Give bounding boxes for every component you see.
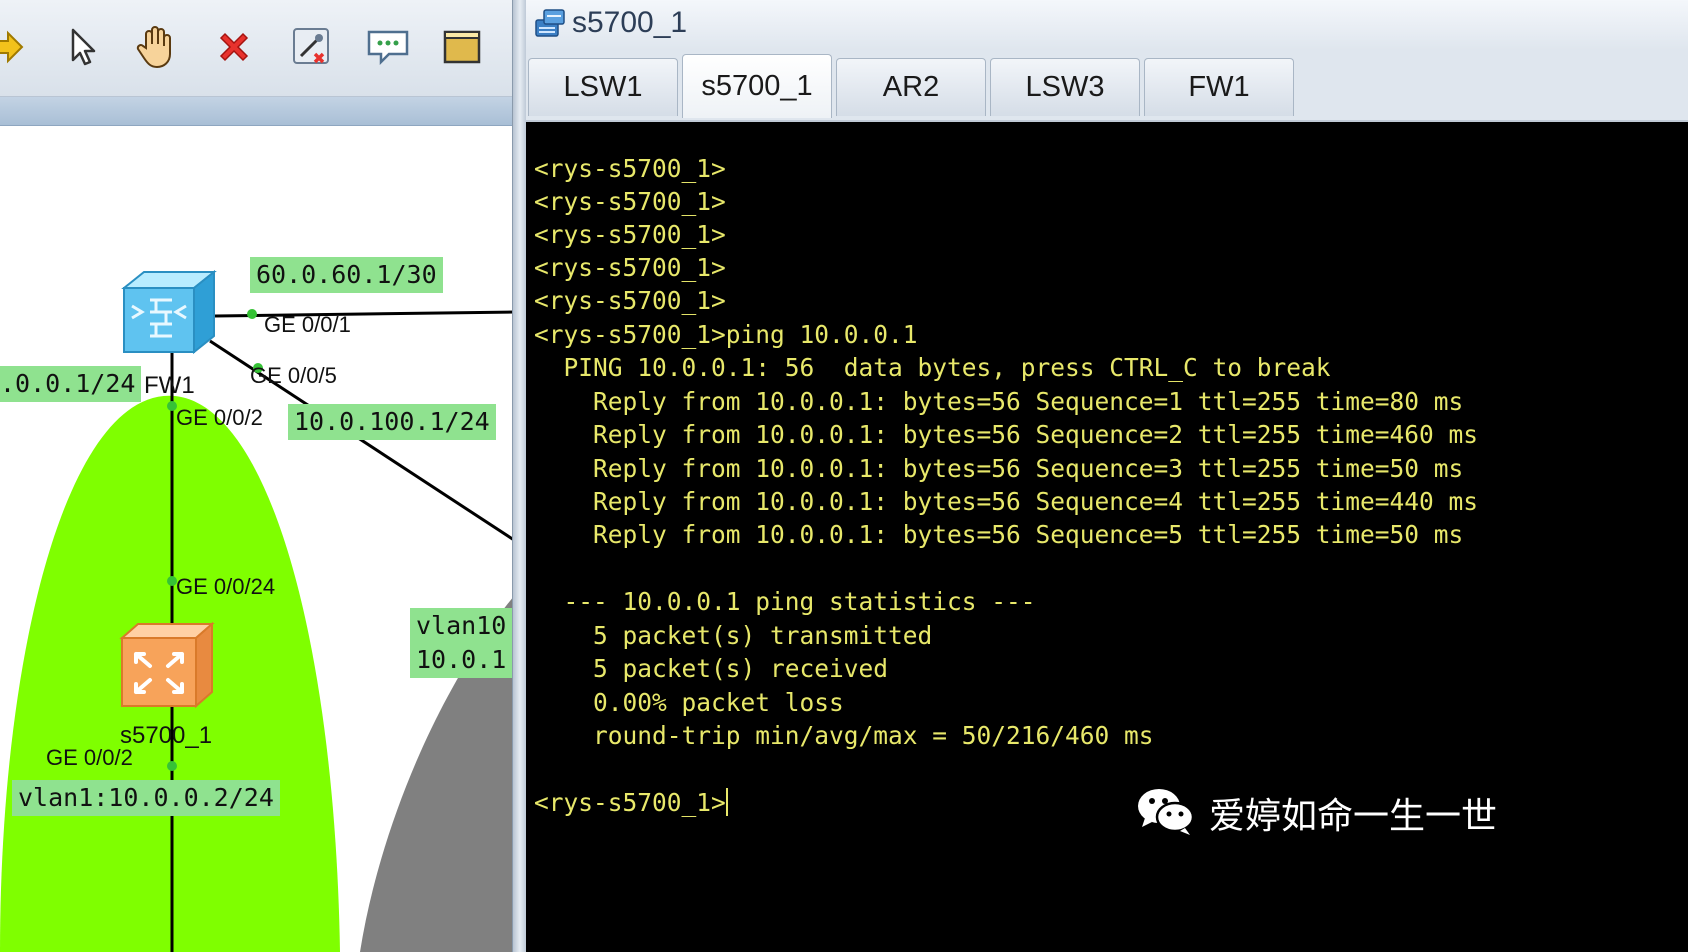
terminal-prompt-line[interactable]: <rys-s5700_1> (534, 786, 728, 819)
terminal-line: Reply from 10.0.0.1: bytes=56 Sequence=3… (534, 454, 1464, 483)
terminal-prompt: <rys-s5700_1> (534, 788, 726, 817)
terminal-line: <rys-s5700_1>ping 10.0.0.1 (534, 320, 918, 349)
terminal-line: <rys-s5700_1> (534, 220, 726, 249)
wechat-icon (1135, 784, 1197, 842)
delete-link-icon[interactable] (288, 22, 336, 72)
port-label-fw-ge005: GE 0/0/5 (250, 363, 337, 388)
text-icon[interactable] (364, 22, 412, 72)
console-app-icon (534, 6, 568, 42)
ip-label-fw-top: 60.0.60.1/30 (250, 257, 443, 293)
terminal-line: <rys-s5700_1> (534, 187, 726, 216)
terminal-line: 0.00% packet loss (534, 688, 844, 717)
tab-ar2[interactable]: AR2 (836, 58, 986, 116)
port-label-fw-ge001: GE 0/0/1 (264, 312, 351, 337)
rectangle-icon[interactable] (438, 22, 486, 72)
console-window: s5700_1 LSW1 s5700_1 AR2 LSW3 FW1 <rys-s… (526, 0, 1688, 952)
port-label-fw-ge002: GE 0/0/2 (176, 405, 263, 430)
session-tabs: LSW1 s5700_1 AR2 LSW3 FW1 (526, 50, 1688, 122)
terminal-line: Reply from 10.0.0.1: bytes=56 Sequence=5… (534, 520, 1464, 549)
arrow-right-icon[interactable] (0, 22, 30, 72)
vlan-label-right-1: vlan10 (410, 608, 514, 644)
tab-s5700-1[interactable]: s5700_1 (682, 54, 832, 118)
console-titlebar[interactable]: s5700_1 (526, 0, 1688, 51)
switch-icon[interactable] (118, 620, 218, 710)
tab-lsw3[interactable]: LSW3 (990, 58, 1140, 116)
vlan-label-right-2: 10.0.1 (410, 642, 514, 678)
text-cursor (725, 788, 728, 816)
watermark-text: 爱婷如命一生一世 (1209, 796, 1498, 837)
terminal-line: 5 packet(s) transmitted (534, 621, 933, 650)
terminal-line: <rys-s5700_1> (534, 154, 726, 183)
terminal-line: <rys-s5700_1> (534, 253, 726, 282)
pointer-icon[interactable] (58, 22, 106, 72)
terminal-line: Reply from 10.0.0.1: bytes=56 Sequence=2… (534, 420, 1479, 449)
toolbar-strip (0, 97, 514, 126)
terminal-line: Reply from 10.0.0.1: bytes=56 Sequence=4… (534, 487, 1479, 516)
vlan1-label: vlan1:10.0.0.2/24 (12, 780, 280, 816)
ip-label-fw-mid: 10.0.100.1/24 (288, 404, 496, 440)
port-label-sw-ge0024: GE 0/0/24 (176, 574, 276, 599)
tab-lsw1[interactable]: LSW1 (528, 58, 678, 116)
ip-label-left: .0.0.1/24 (0, 366, 142, 402)
firewall-icon[interactable] (120, 266, 220, 356)
console-title: s5700_1 (572, 6, 688, 39)
device-name-fw: FW1 (144, 372, 195, 399)
topology-drawing (0, 309, 514, 952)
terminal-output[interactable]: <rys-s5700_1> <rys-s5700_1> <rys-s5700_1… (526, 124, 1688, 952)
port-dot-sw-ge002 (167, 761, 177, 771)
port-dot-ge001 (247, 309, 257, 319)
terminal-line: --- 10.0.0.1 ping statistics --- (534, 587, 1036, 616)
terminal-line: Reply from 10.0.0.1: bytes=56 Sequence=1… (534, 387, 1464, 416)
terminal-line: round-trip min/avg/max = 50/216/460 ms (534, 721, 1154, 750)
topology-pane[interactable]: 60.0.60.1/30 .0.0.1/24 10.0.100.1/24 vla… (0, 0, 514, 952)
link-fw-ge001 (214, 310, 514, 318)
terminal-line: 5 packet(s) received (534, 654, 889, 683)
tab-fw1[interactable]: FW1 (1144, 58, 1294, 116)
terminal-line: PING 10.0.0.1: 56 data bytes, press CTRL… (534, 353, 1331, 382)
device-name-switch: s5700_1 (120, 722, 213, 749)
topology-canvas[interactable]: 60.0.60.1/30 .0.0.1/24 10.0.100.1/24 vla… (0, 126, 514, 952)
watermark: 爱婷如命一生一世 (1135, 783, 1497, 843)
delete-icon[interactable] (210, 22, 258, 72)
terminal-line: <rys-s5700_1> (534, 286, 726, 315)
hand-icon[interactable] (134, 22, 182, 72)
toolbar (0, 0, 514, 97)
